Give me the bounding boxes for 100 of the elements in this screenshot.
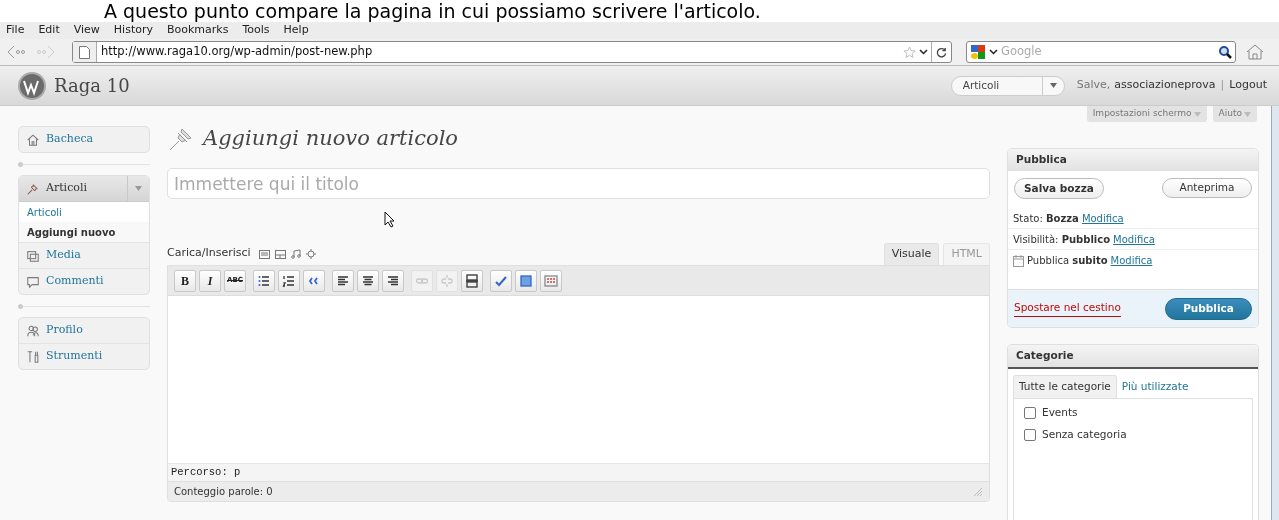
bold-button[interactable]: B — [174, 269, 196, 292]
path-text: Percorso: p — [171, 464, 241, 480]
editor-tab[interactable]: Visuale — [883, 243, 940, 265]
numbered-list-icon — [282, 273, 296, 288]
search-engine-logo-icon — [970, 44, 986, 60]
separator-text: | — [1220, 77, 1225, 94]
mouse-pointer-icon — [384, 211, 396, 228]
caret-icon — [135, 186, 142, 191]
dropdown-caret-icon[interactable] — [919, 49, 928, 55]
menu-item[interactable]: Help — [283, 22, 309, 39]
caret-icon — [1049, 83, 1057, 88]
logout-link[interactable]: Logout — [1229, 77, 1267, 94]
address-bar[interactable]: http://www.raga10.org/wp-admin/post-new.php — [72, 41, 952, 63]
screen-meta-tab[interactable]: Impostazioni schermo — [1086, 106, 1207, 122]
video-upload-icon[interactable] — [274, 250, 286, 259]
search-field[interactable]: Google — [1001, 43, 1215, 61]
numbered-list-button[interactable] — [278, 269, 300, 292]
username-link[interactable]: associazioneprova — [1114, 77, 1216, 94]
edit-link[interactable]: Modifica — [1081, 210, 1124, 226]
menu-item[interactable]: View — [73, 22, 100, 39]
blockquote-button[interactable] — [303, 269, 325, 292]
media-icon — [26, 248, 40, 263]
status-text: Stato: Bozza — [1013, 211, 1079, 226]
title-field[interactable]: Immettere qui il titolo — [167, 168, 990, 199]
music-note-icon[interactable] — [290, 249, 301, 259]
menu-item[interactable]: Bookmarks — [167, 22, 229, 39]
category-checkbox[interactable] — [1024, 428, 1036, 441]
publish-button[interactable]: Pubblica — [1165, 297, 1252, 320]
url-text: http://www.raga10.org/wp-admin/post-new.php — [101, 43, 374, 61]
upload-insert-label: Carica/Inserisci — [167, 244, 251, 261]
page-icon — [79, 45, 90, 59]
calendar-icon — [1013, 254, 1024, 267]
category-label: Senza categoria — [1042, 426, 1127, 442]
page-heading: Aggiungi nuovo articolo — [203, 125, 458, 153]
more-tag-button[interactable] — [461, 269, 483, 292]
dropdown-caret-icon[interactable] — [989, 49, 998, 55]
align-left-icon — [336, 273, 350, 288]
caret-icon — [1193, 111, 1201, 117]
menu-item[interactable]: Edit — [38, 22, 60, 39]
sidebar-item[interactable]: Profilo — [19, 318, 149, 343]
tools-icon — [26, 349, 40, 364]
caret-icon — [1244, 111, 1251, 117]
bulleted-list-button[interactable] — [253, 269, 275, 292]
site-logo-icon — [18, 71, 46, 100]
speech-bubble-icon — [26, 274, 40, 289]
box-title: Categorie — [1016, 348, 1074, 364]
trash-link[interactable]: Spostare nel cestino — [1014, 300, 1121, 317]
screen-meta-tab[interactable]: Aiuto — [1212, 106, 1257, 122]
star-icon[interactable] — [903, 45, 916, 59]
edit-link[interactable]: Modifica — [1110, 253, 1153, 268]
house-icon — [26, 132, 40, 147]
submenu-item[interactable]: Aggiungi nuovo — [19, 222, 149, 242]
gear-icon[interactable] — [305, 249, 316, 259]
back-icon[interactable] — [6, 45, 28, 59]
fullscreen-button[interactable] — [515, 269, 537, 292]
home-icon[interactable] — [1246, 44, 1264, 60]
category-label: Events — [1042, 405, 1078, 420]
sidebar-item[interactable]: Media — [19, 243, 149, 268]
scrollbar[interactable] — [1271, 106, 1279, 520]
word-count-text: Conteggio parole: 0 — [174, 485, 274, 499]
resize-handle-icon[interactable] — [973, 486, 983, 497]
status-text: Visibilità: Pubblico — [1013, 232, 1111, 247]
search-icon[interactable] — [1218, 45, 1232, 59]
sidebar-item[interactable]: Strumenti — [19, 344, 149, 369]
reload-icon[interactable] — [936, 46, 947, 58]
spellcheck-button[interactable] — [490, 269, 512, 292]
category-tab[interactable]: Più utilizzate — [1116, 375, 1194, 398]
menu-item[interactable]: Tools — [242, 22, 270, 39]
category-tab[interactable]: Tutte le categorie — [1013, 375, 1117, 398]
users-icon — [26, 323, 40, 338]
submenu-item[interactable]: Articoli — [19, 202, 149, 222]
bulleted-list-icon — [257, 273, 271, 288]
unlink-icon — [440, 273, 454, 288]
preview-button[interactable]: Anteprima — [1162, 178, 1252, 198]
category-checkbox[interactable] — [1024, 406, 1036, 419]
sidebar-item[interactable]: Bacheca — [19, 127, 149, 152]
menu-item[interactable]: File — [6, 22, 25, 39]
square-icon — [519, 273, 533, 288]
align-left-button[interactable] — [332, 269, 354, 292]
caption-text: A questo punto compare la pagina in cui possiamo scrivere l'articolo. — [104, 0, 761, 22]
align-center-button[interactable] — [357, 269, 379, 292]
grid-icon — [544, 273, 558, 288]
menu-item[interactable]: History — [113, 22, 153, 39]
page-break-icon — [465, 273, 479, 288]
status-text: Pubblica subito — [1027, 254, 1108, 268]
edit-link[interactable]: Modifica — [1113, 231, 1155, 247]
italic-button[interactable]: I — [199, 269, 221, 292]
align-center-icon — [361, 273, 375, 288]
toolbar-toggle-button[interactable] — [540, 269, 562, 292]
save-draft-button[interactable]: Salva bozza — [1014, 178, 1104, 199]
sidebar-item[interactable]: Articoli — [19, 176, 149, 201]
box-title: Pubblica — [1016, 151, 1067, 167]
greeting-text: Salve, — [1076, 77, 1111, 94]
search-bar[interactable]: Google — [966, 41, 1236, 63]
align-right-icon — [386, 273, 400, 288]
sidebar-item[interactable]: Commenti — [19, 269, 149, 294]
site-title[interactable]: Raga 10 — [54, 72, 130, 99]
quick-action-dropdown[interactable]: Articoli — [950, 75, 1065, 96]
image-upload-icon[interactable] — [258, 250, 270, 259]
align-right-button[interactable] — [382, 269, 404, 292]
